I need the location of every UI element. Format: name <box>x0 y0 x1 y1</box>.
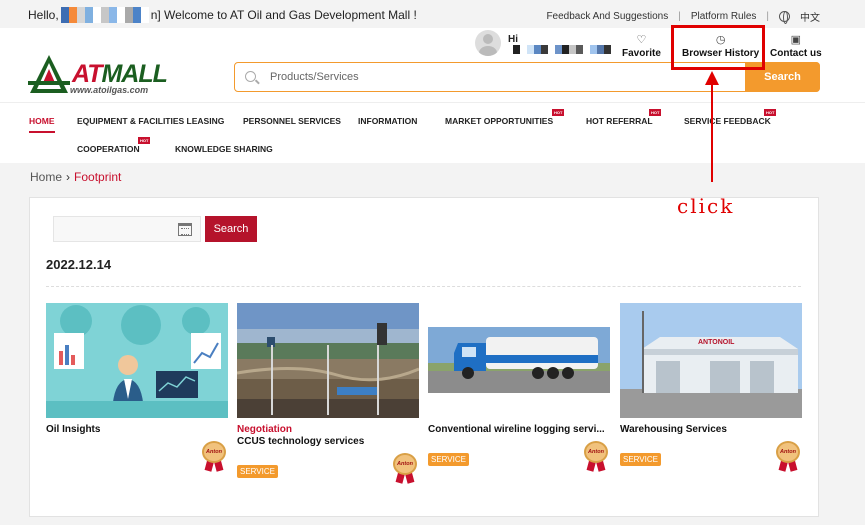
user-greeting: Hi <box>508 34 518 45</box>
warehouse-sign: ANTONOIL <box>698 339 735 346</box>
card-title[interactable]: Warehousing Services <box>620 424 802 435</box>
search-input[interactable] <box>270 68 730 86</box>
redacted-username <box>60 7 149 23</box>
avatar[interactable] <box>475 30 501 56</box>
logo-at: AT <box>72 60 103 88</box>
service-tag: SERVICE <box>428 453 469 466</box>
nav-information[interactable]: INFORMATION <box>358 116 417 126</box>
history-card[interactable]: ANTONOIL Warehousing Services SERVICE An… <box>620 303 802 472</box>
nav-hot-referral[interactable]: HOT REFERRAL HOT <box>586 109 662 126</box>
anton-medal-icon: Anton <box>393 453 417 484</box>
heart-icon: ♡ <box>636 34 647 46</box>
contact-us-button[interactable]: ▣ Contact us <box>770 34 822 59</box>
chevron-right-icon: › <box>66 170 71 184</box>
nav-service-feedback-label: SERVICE FEEDBACK <box>684 116 771 126</box>
anton-medal-icon: Anton <box>776 441 800 472</box>
history-card[interactable]: Oil Insights Anton <box>46 303 228 472</box>
derrick-logo-icon <box>28 55 70 93</box>
hello-prefix: Hello, <box>28 8 59 22</box>
welcome-message: Hello, n] Welcome to AT Oil and Gas Deve… <box>28 7 417 23</box>
hot-badge: HOT <box>552 109 565 116</box>
nav-personnel-services[interactable]: PERSONNEL SERVICES <box>243 116 341 126</box>
date-heading: 2022.12.14 <box>46 257 112 272</box>
feedback-link[interactable]: Feedback And Suggestions <box>546 11 668 22</box>
breadcrumb-home[interactable]: Home <box>30 170 62 184</box>
history-card[interactable]: Negotiation CCUS technology services SER… <box>237 303 419 484</box>
click-annotation: click <box>677 194 735 218</box>
anton-medal-icon: Anton <box>584 441 608 472</box>
nav-market-opportunities-label: MARKET OPPORTUNITIES <box>445 116 554 126</box>
nav-cooperation-label: COOPERATION <box>77 144 140 154</box>
main-nav: HOME EQUIPMENT & FACILITIES LEASING PERS… <box>0 102 865 163</box>
service-tag: SERVICE <box>237 465 278 478</box>
service-tag: SERVICE <box>620 453 661 466</box>
oil-insights-image[interactable] <box>46 303 228 418</box>
card-title[interactable]: Oil Insights <box>46 424 228 435</box>
date-picker-input[interactable] <box>53 216 201 242</box>
hello-suffix: n] Welcome to AT Oil and Gas Development… <box>150 8 417 22</box>
date-search-button[interactable]: Search <box>205 216 257 242</box>
ccus-image[interactable] <box>237 303 419 418</box>
divider <box>46 286 801 287</box>
nav-service-feedback[interactable]: SERVICE FEEDBACK HOT <box>684 109 777 126</box>
highlight-box <box>671 25 765 70</box>
hot-badge: HOT <box>649 109 662 116</box>
negotiation-status: Negotiation <box>237 424 292 435</box>
redacted-user-name <box>513 45 611 54</box>
contact-us-label: Contact us <box>770 48 822 59</box>
nav-knowledge-sharing[interactable]: KNOWLEDGE SHARING <box>175 144 273 154</box>
calendar-icon[interactable] <box>178 223 192 236</box>
nav-equipment-leasing[interactable]: EQUIPMENT & FACILITIES LEASING <box>77 116 224 126</box>
favorite-button[interactable]: ♡ Favorite <box>622 34 661 59</box>
hot-badge: HOT <box>138 137 151 144</box>
warehouse-image[interactable]: ANTONOIL <box>620 303 802 418</box>
logo-url: www.atoilgas.com <box>70 85 149 95</box>
nav-home[interactable]: HOME <box>29 116 55 133</box>
nav-market-opportunities[interactable]: MARKET OPPORTUNITIES HOT <box>445 109 565 126</box>
card-title[interactable]: Conventional wireline logging servi... <box>428 424 610 435</box>
breadcrumb: Home › Footprint <box>30 170 121 184</box>
annotation-arrow <box>711 78 713 182</box>
card-title[interactable]: CCUS technology services <box>237 436 419 447</box>
footprint-panel: Search 2022.12.14 Oil Insights Anton Neg… <box>29 197 819 517</box>
history-card[interactable]: Conventional wireline logging servi... S… <box>428 303 610 472</box>
atmall-logo[interactable]: ATMALL www.atoilgas.com <box>28 53 178 101</box>
nav-cooperation[interactable]: COOPERATION HOT <box>77 137 151 154</box>
search-icon <box>245 71 256 82</box>
top-bar: Hello, n] Welcome to AT Oil and Gas Deve… <box>0 0 865 28</box>
logging-truck-image[interactable] <box>428 303 610 418</box>
anton-medal-icon: Anton <box>202 441 226 472</box>
breadcrumb-current: Footprint <box>74 170 122 184</box>
favorite-label: Favorite <box>622 48 661 59</box>
globe-icon[interactable] <box>779 11 790 24</box>
contact-icon: ▣ <box>790 34 802 46</box>
language-switch[interactable]: 中文 <box>800 9 820 24</box>
platform-rules-link[interactable]: Platform Rules <box>691 11 757 22</box>
logo-mall: MALL <box>101 60 167 88</box>
nav-hot-referral-label: HOT REFERRAL <box>586 116 653 126</box>
hot-badge: HOT <box>764 109 777 116</box>
